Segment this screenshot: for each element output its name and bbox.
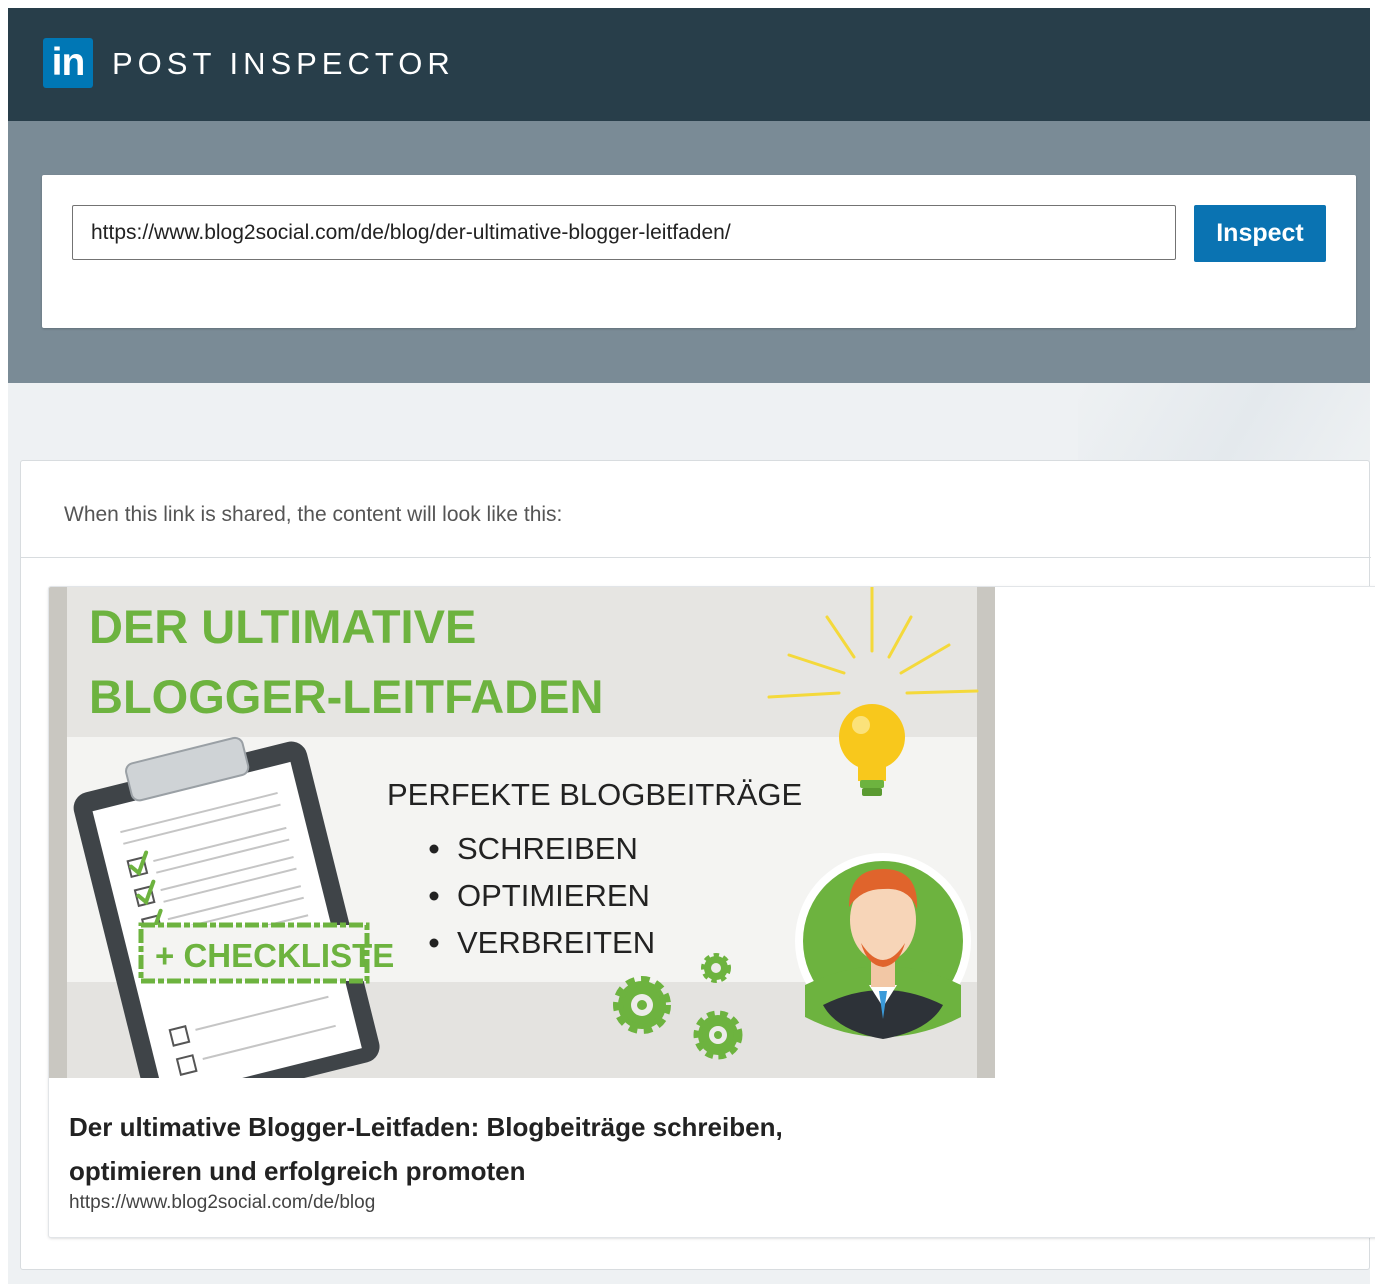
link-preview-card[interactable]: DER ULTIMATIVE BLOGGER-LEITFADEN PERFEKT… <box>49 587 1375 1237</box>
preview-title[interactable]: Der ultimative Blogger-Leitfaden: Blogbe… <box>69 1105 889 1193</box>
bullet-dot <box>429 938 439 948</box>
app-title: POST INSPECTOR <box>112 46 455 81</box>
gear-icon <box>693 1010 743 1060</box>
image-right-edge <box>977 587 995 1078</box>
app-header: in POST INSPECTOR <box>8 8 1370 121</box>
gear-icon <box>701 953 731 983</box>
image-left-edge <box>49 587 67 1078</box>
bullet-dot <box>429 844 439 854</box>
image-headline-line1: DER ULTIMATIVE <box>89 600 476 653</box>
image-headline-line2: BLOGGER-LEITFADEN <box>89 670 603 723</box>
gear-icon <box>613 976 671 1034</box>
avatar-icon <box>795 853 971 1039</box>
image-bullet-1: SCHREIBEN <box>457 831 638 866</box>
inspect-button[interactable]: Inspect <box>1194 205 1326 262</box>
linkedin-logo-icon[interactable]: in <box>43 38 93 88</box>
result-hint: When this link is shared, the content wi… <box>64 503 563 526</box>
preview-image[interactable]: DER ULTIMATIVE BLOGGER-LEITFADEN PERFEKT… <box>49 587 995 1078</box>
preview-url[interactable]: https://www.blog2social.com/de/blog <box>69 1192 375 1214</box>
divider <box>21 557 1371 558</box>
bullet-dot <box>429 891 439 901</box>
image-stamp: + CHECKLISTE <box>155 937 394 974</box>
image-bullet-3: VERBREITEN <box>457 925 655 960</box>
url-input[interactable] <box>72 205 1176 260</box>
image-bullet-2: OPTIMIEREN <box>457 878 650 913</box>
search-card: Inspect <box>42 175 1356 328</box>
image-subheadline: PERFEKTE BLOGBEITRÄGE <box>387 777 802 812</box>
result-card: When this link is shared, the content wi… <box>20 460 1375 1270</box>
